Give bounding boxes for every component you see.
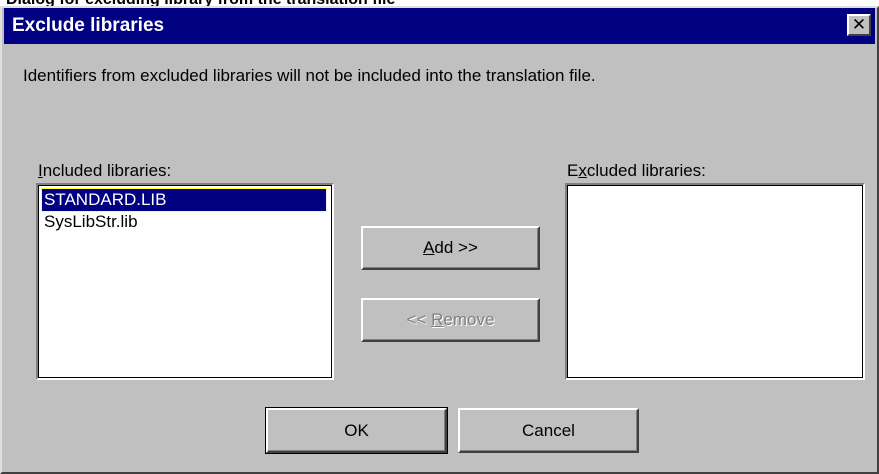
dialog-title: Exclude libraries — [12, 15, 165, 36]
close-icon: ✕ — [851, 15, 867, 34]
excluded-label-rest: cluded libraries: — [586, 161, 706, 180]
cancel-button[interactable]: Cancel — [458, 408, 639, 453]
included-libraries-label: Included libraries: — [38, 161, 171, 181]
included-libraries-list[interactable]: STANDARD.LIB SysLibStr.lib — [36, 183, 334, 380]
list-item[interactable]: SysLibStr.lib — [42, 211, 326, 233]
excluded-label-mnemonic: x — [578, 161, 587, 180]
add-button[interactable]: Add >> — [361, 226, 540, 270]
close-button[interactable]: ✕ — [847, 14, 871, 36]
remove-button-mnemonic: R — [431, 310, 444, 329]
title-bar[interactable]: Exclude libraries ✕ — [4, 8, 875, 44]
excluded-label-first: E — [567, 161, 579, 180]
included-label-rest: ncluded libraries: — [42, 161, 172, 180]
excluded-libraries-list[interactable] — [565, 183, 865, 380]
ok-button[interactable]: OK — [265, 407, 448, 454]
remove-button[interactable]: << Remove — [361, 298, 540, 342]
cancel-button-label: Cancel — [522, 421, 575, 440]
excluded-libraries-label: Excluded libraries: — [567, 161, 706, 181]
list-item[interactable]: STANDARD.LIB — [41, 188, 327, 212]
ok-button-label: OK — [344, 421, 369, 440]
remove-button-label: emove — [443, 310, 495, 329]
dialog-description: Identifiers from excluded libraries will… — [23, 66, 596, 85]
remove-button-prefix: << — [406, 310, 432, 329]
add-button-label: dd >> — [434, 238, 478, 257]
add-button-mnemonic: A — [423, 238, 435, 257]
